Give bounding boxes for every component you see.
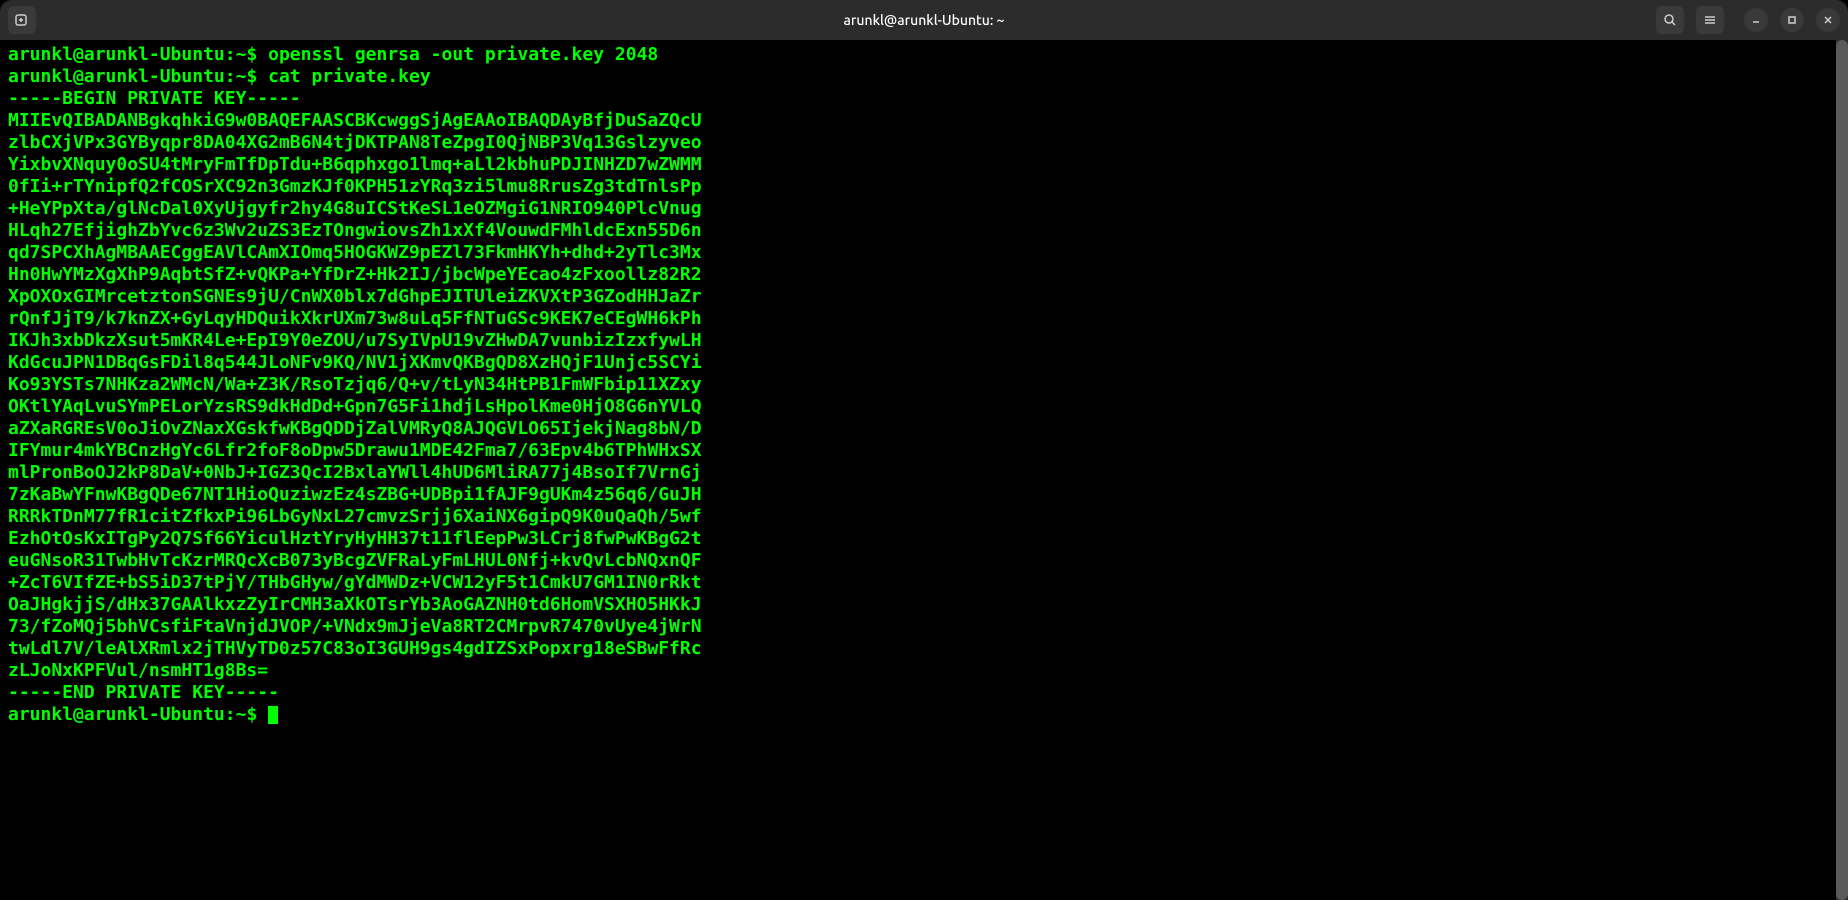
prompt-path: ~ [236,704,247,725]
titlebar-right [1656,6,1840,34]
key-line: rQnfJjT9/k7knZX+GyLqyHDQuikXkrUXm73w8uLq… [8,308,1840,330]
scrollbar[interactable] [1836,40,1848,900]
search-button[interactable] [1656,6,1684,34]
key-line: EzhOtOsKxITgPy2Q7Sf66YiculHztYryHyHH37t1… [8,528,1840,550]
command-2-text: cat private.key [268,66,431,87]
menu-button[interactable] [1696,6,1724,34]
output-begin: -----BEGIN PRIVATE KEY----- [8,88,1840,110]
command-line-2: arunkl@arunkl-Ubuntu:~$ cat private.key [8,66,1840,88]
terminal-content[interactable]: arunkl@arunkl-Ubuntu:~$ openssl genrsa -… [0,40,1848,900]
prompt-separator: : [225,704,236,725]
key-line: twLdl7V/leAlXRmlx2jTHVyTD0z57C83oI3GUH9g… [8,638,1840,660]
key-line: euGNsoR31TwbHvTcKzrMRQcXcB073yBcgZVFRaLy… [8,550,1840,572]
prompt-user: arunkl@arunkl-Ubuntu [8,704,225,725]
prompt-user: arunkl@arunkl-Ubuntu [8,44,225,65]
key-line: KdGcuJPN1DBqGsFDil8q544JLoNFv9KQ/NV1jXKm… [8,352,1840,374]
maximize-button[interactable] [1780,8,1804,32]
window-title: arunkl@arunkl-Ubuntu: ~ [844,12,1005,28]
key-line: zlbCXjVPx3GYByqpr8DA04XG2mB6N4tjDKTPAN8T… [8,132,1840,154]
new-tab-icon [14,12,30,28]
key-line: aZXaRGREsV0oJiOvZNaxXGskfwKBgQDDjZalVMRy… [8,418,1840,440]
new-tab-button[interactable] [8,6,36,34]
prompt-separator: : [225,66,236,87]
key-line: HLqh27EfjighZbYvc6z3Wv2uZS3EzTOngwiovsZh… [8,220,1840,242]
window-controls [1744,8,1840,32]
command-1-text: openssl genrsa -out private.key 2048 [268,44,658,65]
minimize-icon [1751,15,1761,25]
command-line-1: arunkl@arunkl-Ubuntu:~$ openssl genrsa -… [8,44,1840,66]
prompt-space [257,704,268,725]
key-line: mlPronBoOJ2kP8DaV+0NbJ+IGZ3QcI2BxlaYWll4… [8,462,1840,484]
key-line: qd7SPCXhAgMBAAECggEAVlCAmXIOmq5HOGKWZ9pE… [8,242,1840,264]
close-icon [1823,15,1833,25]
key-line: 0fIi+rTYnipfQ2fCOSrXC92n3GmzKJf0KPH51zYR… [8,176,1840,198]
cursor [268,706,278,724]
key-line: 73/fZoMQj5bhVCsfiFtaVnjdJVOP/+VNdx9mJjeV… [8,616,1840,638]
close-button[interactable] [1816,8,1840,32]
titlebar-left [8,6,40,34]
scrollbar-thumb[interactable] [1836,40,1848,900]
minimize-button[interactable] [1744,8,1768,32]
key-output-block: MIIEvQIBADANBgkqhkiG9w0BAQEFAASCBKcwggSj… [8,110,1840,682]
prompt-line-current: arunkl@arunkl-Ubuntu:~$ [8,704,1840,726]
command-2 [257,66,268,87]
key-line: Ko93YSTs7NHKza2WMcN/Wa+Z3K/RsoTzjq6/Q+v/… [8,374,1840,396]
prompt-symbol: $ [246,66,257,87]
prompt-path: ~ [236,66,247,87]
prompt-symbol: $ [246,704,257,725]
hamburger-icon [1703,13,1717,27]
prompt-path: ~ [236,44,247,65]
key-line: +HeYPpXta/glNcDal0XyUjgyfr2hy4G8uICStKeS… [8,198,1840,220]
maximize-icon [1787,15,1797,25]
key-line: OaJHgkjjS/dHx37GAAlkxzZyIrCMH3aXkOTsrYb3… [8,594,1840,616]
terminal-window: arunkl@arunkl-Ubuntu: ~ [0,0,1848,900]
search-icon [1663,13,1677,27]
key-line: IKJh3xbDkzXsut5mKR4Le+EpI9Y0eZOU/u7SyIVp… [8,330,1840,352]
output-end: -----END PRIVATE KEY----- [8,682,1840,704]
prompt-separator: : [225,44,236,65]
key-line: XpOXOxGIMrcetztonSGNEs9jU/CnWX0blx7dGhpE… [8,286,1840,308]
key-line: zLJoNxKPFVul/nsmHT1g8Bs= [8,660,1840,682]
key-line: YixbvXNquy0oSU4tMryFmTfDpTdu+B6qphxgo1lm… [8,154,1840,176]
titlebar: arunkl@arunkl-Ubuntu: ~ [0,0,1848,40]
key-line: 7zKaBwYFnwKBgQDe67NT1HioQuziwzEz4sZBG+UD… [8,484,1840,506]
key-line: OKtlYAqLvuSYmPELorYzsRS9dkHdDd+Gpn7G5Fi1… [8,396,1840,418]
prompt-user: arunkl@arunkl-Ubuntu [8,66,225,87]
command-1 [257,44,268,65]
key-line: RRRkTDnM77fR1citZfkxPi96LbGyNxL27cmvzSrj… [8,506,1840,528]
key-line: Hn0HwYMzXgXhP9AqbtSfZ+vQKPa+YfDrZ+Hk2IJ/… [8,264,1840,286]
prompt-symbol: $ [246,44,257,65]
key-line: IFYmur4mkYBCnzHgYc6Lfr2foF8oDpw5Drawu1MD… [8,440,1840,462]
key-line: MIIEvQIBADANBgkqhkiG9w0BAQEFAASCBKcwggSj… [8,110,1840,132]
key-line: +ZcT6VIfZE+bS5iD37tPjY/THbGHyw/gYdMWDz+V… [8,572,1840,594]
